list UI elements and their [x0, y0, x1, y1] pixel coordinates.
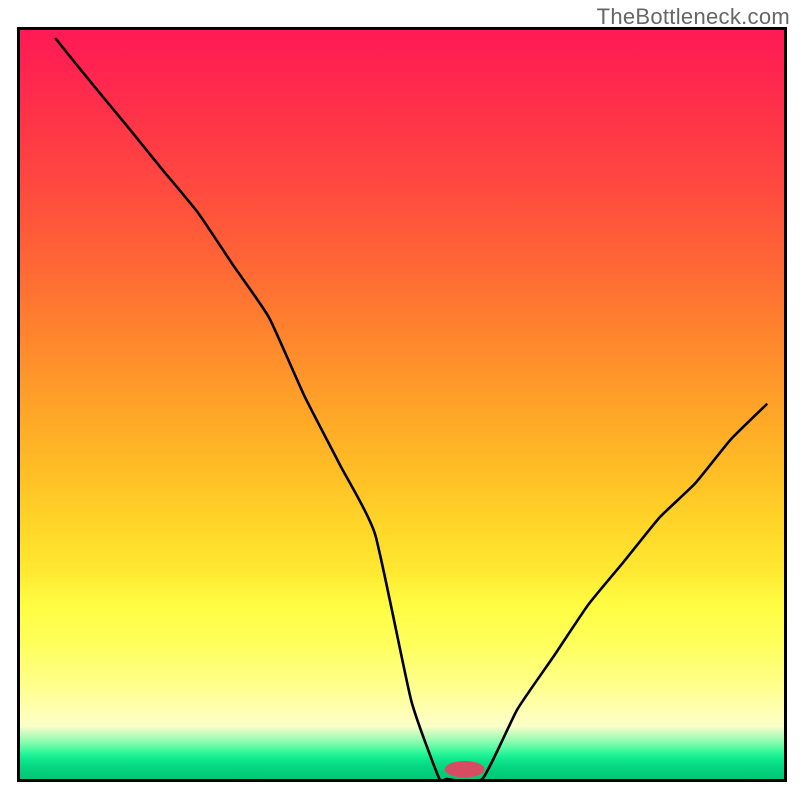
chart-root: TheBottleneck.com: [0, 0, 800, 800]
chart-svg: [20, 30, 784, 779]
highlight-pill: [445, 761, 485, 777]
chart-background: [20, 30, 784, 779]
plot-frame: [17, 27, 787, 782]
watermark-label: TheBottleneck.com: [597, 4, 790, 30]
